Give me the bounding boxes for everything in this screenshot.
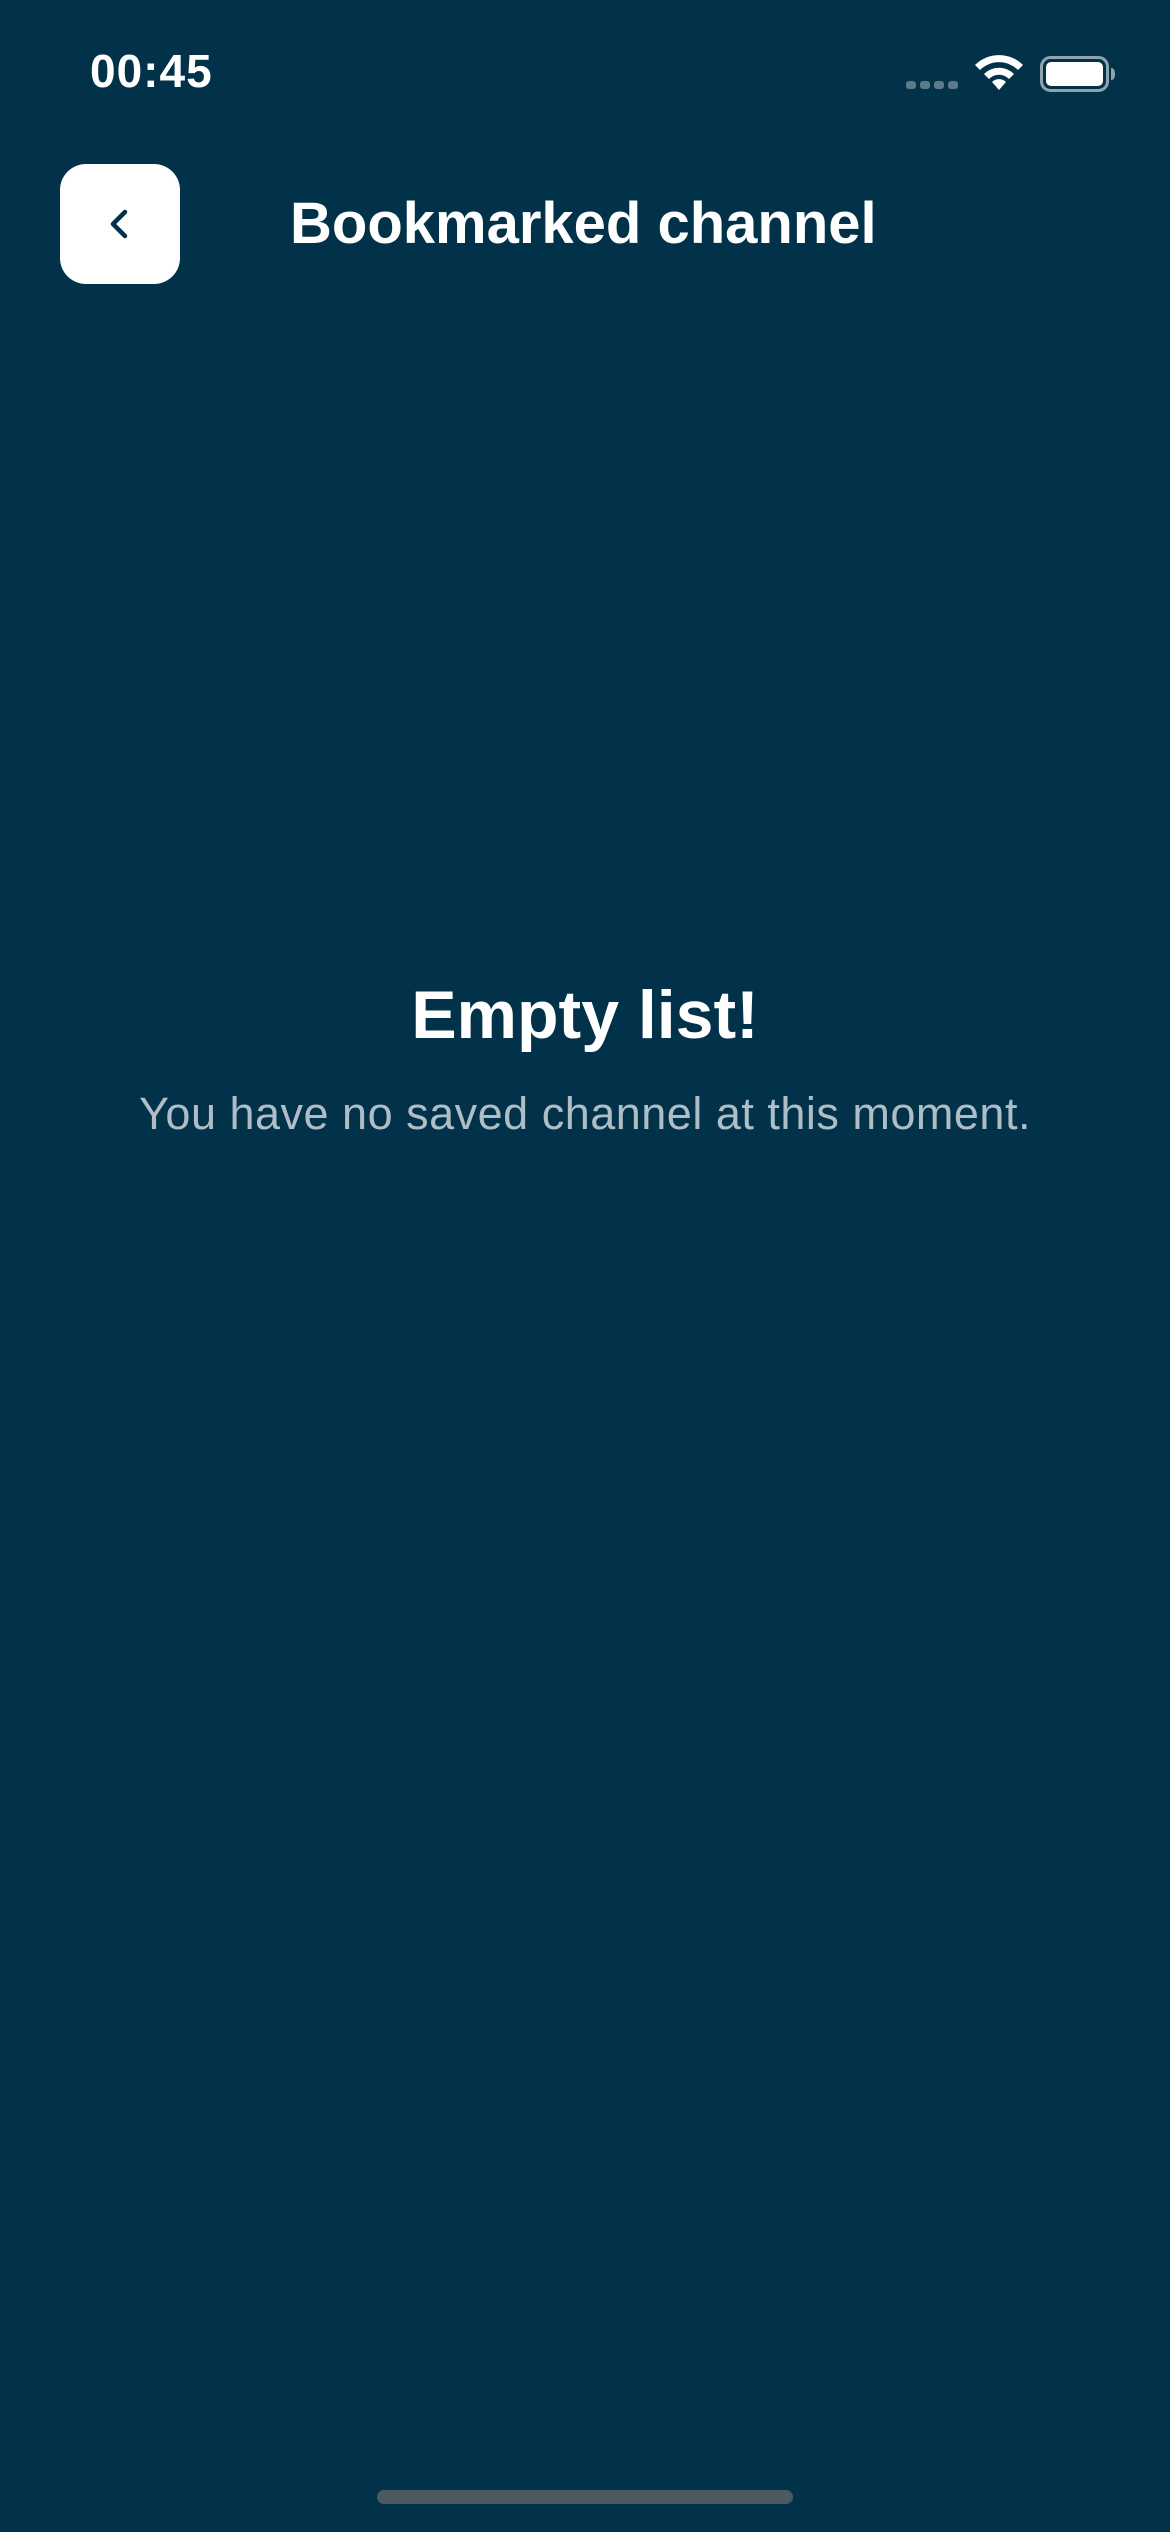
status-time: 00:45 [90,45,213,97]
empty-state: Empty list! You have no saved channel at… [0,970,1170,1144]
home-indicator[interactable] [377,2490,793,2504]
header: Bookmarked channel [0,164,1170,286]
battery-icon [1040,56,1115,92]
cellular-signal-icon [906,81,958,89]
wifi-icon [975,55,1023,90]
chevron-left-icon [110,209,128,239]
empty-state-title: Empty list! [411,977,759,1053]
page-title: Bookmarked channel [290,191,877,256]
status-bar: 00:45 [0,0,1170,150]
empty-state-message: You have no saved channel at this moment… [139,1088,1031,1139]
back-button[interactable] [60,164,180,284]
